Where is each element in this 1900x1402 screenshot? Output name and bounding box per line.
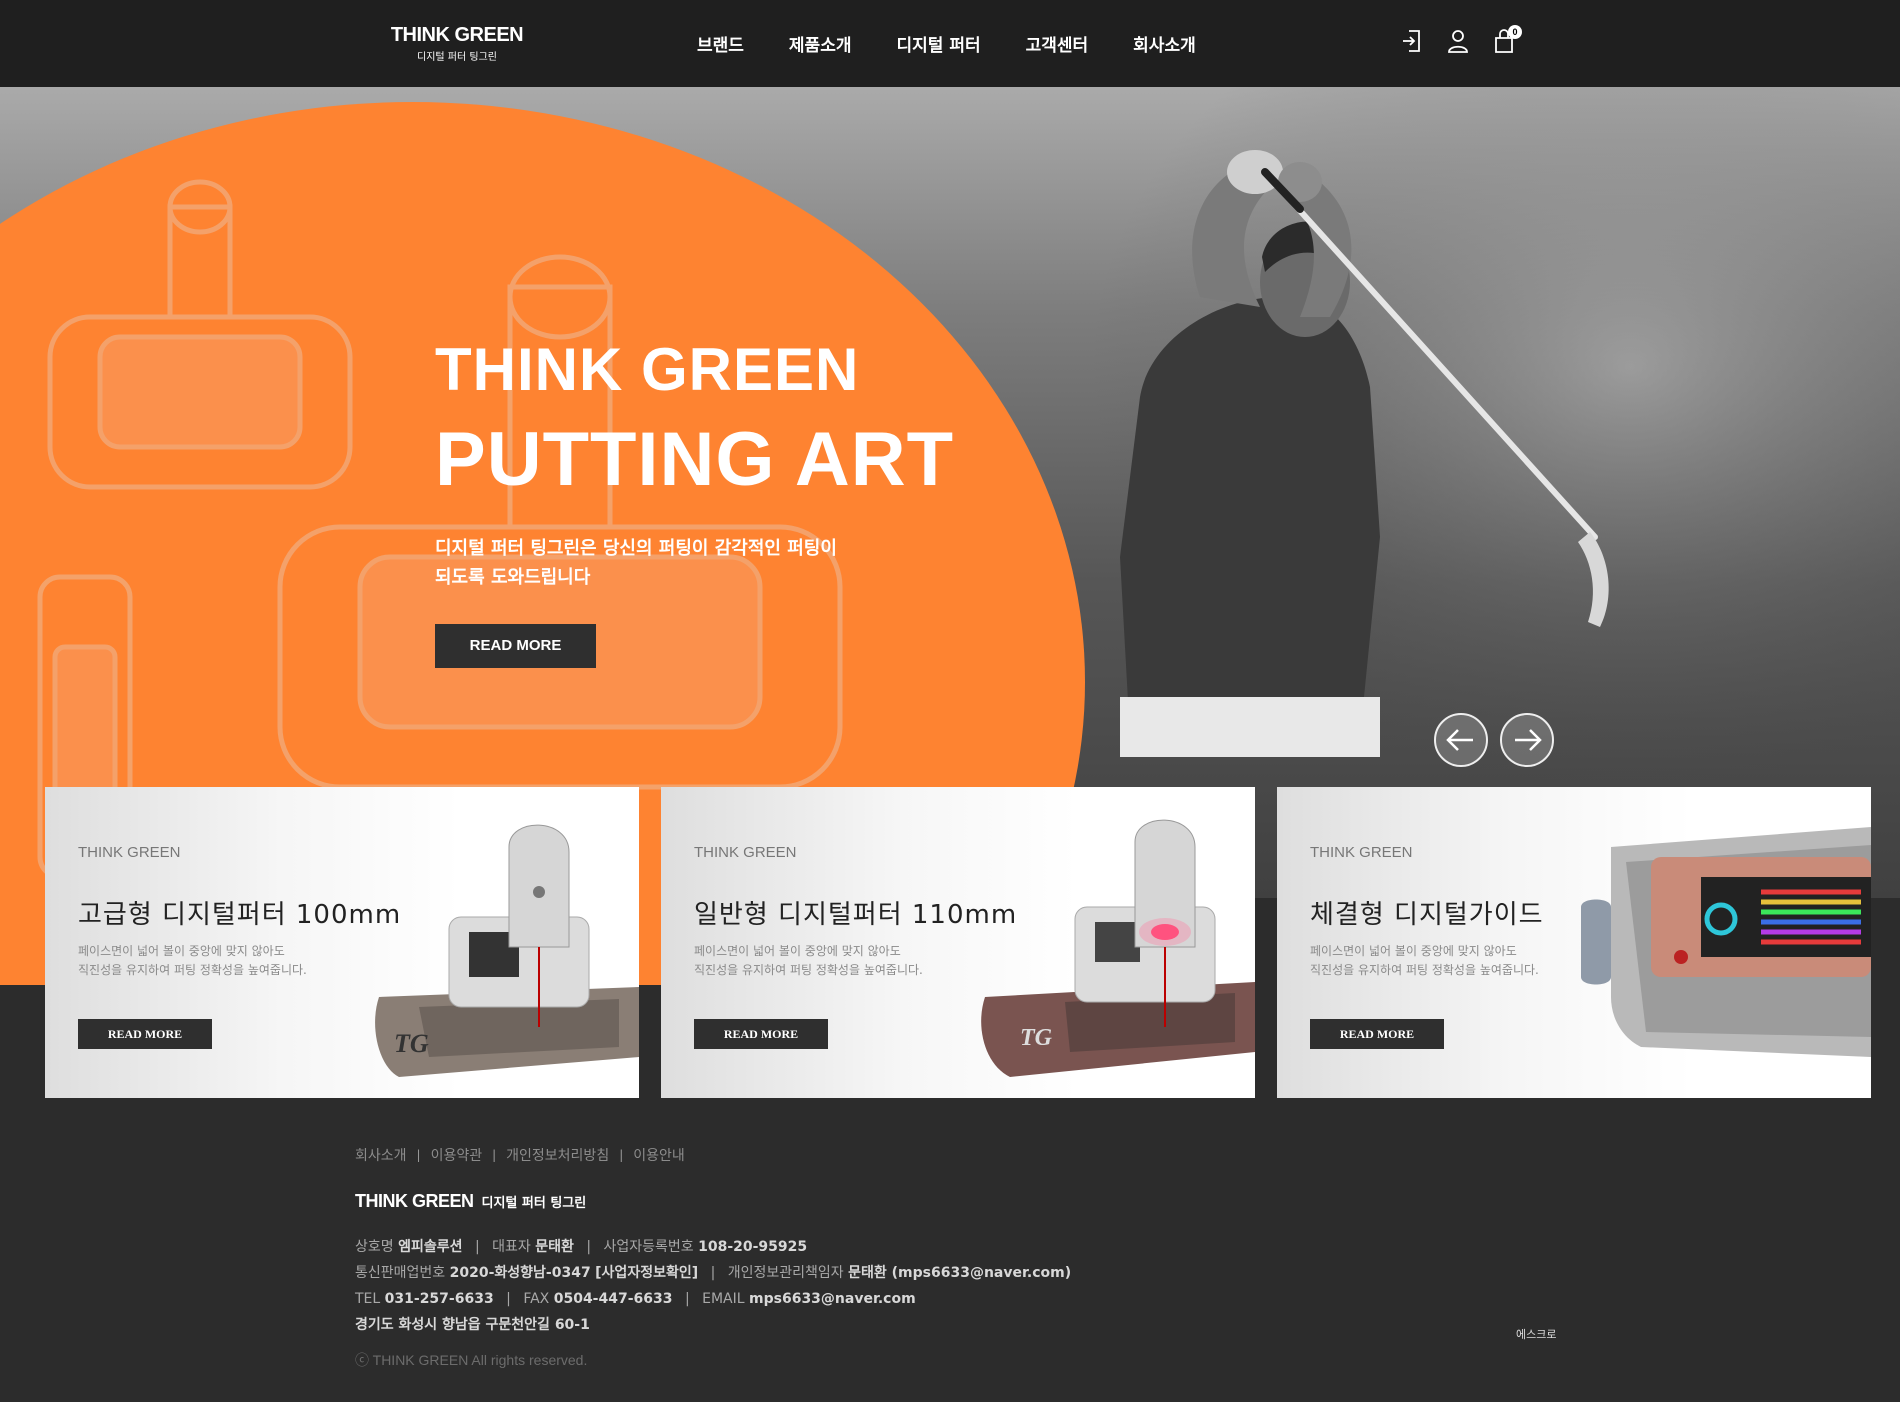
card-description-line: 페이스면이 넓어 볼이 중앙에 맞지 않아도 xyxy=(694,944,901,958)
footer-link-company[interactable]: 회사소개 xyxy=(355,1145,407,1165)
hero-title-primary: THINK GREEN xyxy=(435,336,860,403)
email-label: EMAIL xyxy=(702,1291,745,1307)
cart-count-badge: 0 xyxy=(1508,25,1522,39)
footer-info-line: 상호명 엠피솔루션 | 대표자 문태환 | 사업자등록번호 108-20-959… xyxy=(355,1234,1071,1260)
card-description-line: 직진성을 유지하여 퍼팅 정확성을 높여줍니다. xyxy=(694,963,923,977)
hero-read-more-button[interactable]: READ MORE xyxy=(435,624,596,668)
product-cards: THINK GREEN 고급형 디지털퍼터 100mm 페이스면이 넓어 볼이 … xyxy=(45,787,1871,1098)
putter-100mm-image: TG xyxy=(375,824,639,1077)
site-logo[interactable]: THINK GREEN 디지털 퍼터 팅그린 xyxy=(382,24,532,63)
card-brand: THINK GREEN xyxy=(78,844,181,861)
card-description-line: 직진성을 유지하여 퍼팅 정확성을 높여줍니다. xyxy=(1310,963,1539,977)
footer-logo: THINK GREEN 디지털 퍼터 팅그린 xyxy=(355,1191,1071,1212)
hero-title-secondary: PUTTING ART xyxy=(435,417,955,502)
card-description: 페이스면이 넓어 볼이 중앙에 맞지 않아도 직진성을 유지하여 퍼팅 정확성을… xyxy=(1310,942,1610,980)
product-card[interactable]: THINK GREEN 일반형 디지털퍼터 110mm 페이스면이 넓어 볼이 … xyxy=(661,787,1255,1098)
hero-description-line: 되도록 도와드립니다 xyxy=(435,567,591,588)
card-read-more-button[interactable]: READ MORE xyxy=(1310,1019,1444,1049)
nav-item-products[interactable]: 제품소개 xyxy=(789,31,852,56)
card-description-line: 페이스면이 넓어 볼이 중앙에 맞지 않아도 xyxy=(1310,944,1517,958)
mailorder-value: 2020-화성향남-0347 xyxy=(449,1265,591,1281)
hero-slider-controls xyxy=(1434,713,1554,767)
nav-item-support[interactable]: 고객센터 xyxy=(1026,31,1089,56)
footer-info-line: 통신판매업번호 2020-화성향남-0347 [사업자정보확인] | 개인정보관… xyxy=(355,1260,1071,1286)
fax-label: FAX xyxy=(523,1291,550,1307)
bizinfo-link[interactable]: [사업자정보확인] xyxy=(595,1265,698,1281)
card-read-more-button[interactable]: READ MORE xyxy=(78,1019,212,1049)
email-value: mps6633@naver.com xyxy=(749,1291,916,1307)
card-title: 체결형 디지털가이드 xyxy=(1310,900,1544,930)
privacy-officer-value: 문태환 (mps6633@naver.com) xyxy=(848,1265,1072,1281)
tel-label: TEL xyxy=(355,1291,381,1307)
header-icons: 0 xyxy=(1400,25,1522,54)
svg-text:TG: TG xyxy=(1020,1025,1053,1051)
hero-description: 디지털 퍼터 팅그린은 당신의 퍼팅이 감각적인 퍼팅이 되도록 도와드립니다 xyxy=(435,534,954,592)
footer-link-guide[interactable]: 이용안내 xyxy=(633,1145,685,1165)
site-header: THINK GREEN 디지털 퍼터 팅그린 브랜드 제품소개 디지털 퍼터 고… xyxy=(0,0,1900,87)
footer-logo-subtitle: 디지털 퍼터 팅그린 xyxy=(481,1196,587,1211)
main-nav: 브랜드 제품소개 디지털 퍼터 고객센터 회사소개 xyxy=(697,31,1196,56)
fax-value: 0504-447-6633 xyxy=(553,1291,673,1307)
tel-value: 031-257-6633 xyxy=(384,1291,494,1307)
nav-item-brand[interactable]: 브랜드 xyxy=(697,31,744,56)
hero-text: THINK GREEN PUTTING ART 디지털 퍼터 팅그린은 당신의 … xyxy=(435,340,954,668)
card-brand: THINK GREEN xyxy=(1310,844,1413,861)
svg-text:TG: TG xyxy=(394,1029,429,1058)
footer-logo-brand: THINK GREEN xyxy=(355,1191,474,1211)
address: 경기도 화성시 향남읍 구문천안길 60-1 xyxy=(355,1317,590,1333)
footer-links: 회사소개 | 이용약관 | 개인정보처리방침 | 이용안내 xyxy=(355,1145,1071,1165)
footer-link-terms[interactable]: 이용약관 xyxy=(431,1145,483,1165)
footer-company-info: 상호명 엠피솔루션 | 대표자 문태환 | 사업자등록번호 108-20-959… xyxy=(355,1234,1071,1338)
privacy-officer-label: 개인정보관리책임자 xyxy=(727,1265,844,1281)
footer-link-separator: | xyxy=(492,1148,497,1162)
ceo-name: 문태환 xyxy=(535,1239,574,1255)
footer-link-separator: | xyxy=(619,1148,624,1162)
footer-info-separator: | xyxy=(586,1239,592,1255)
mailorder-label: 통신판매업번호 xyxy=(355,1265,446,1281)
site-footer: 회사소개 | 이용약관 | 개인정보처리방침 | 이용안내 THINK GREE… xyxy=(355,1145,1071,1370)
copyright: ⓒ THINK GREEN All rights reserved. xyxy=(355,1352,588,1368)
company-label: 상호명 xyxy=(355,1239,394,1255)
product-card[interactable]: THINK GREEN 체결형 디지털가이드 페이스면이 넓어 볼이 중앙에 맞… xyxy=(1277,787,1871,1098)
footer-info-line: TEL 031-257-6633 | FAX 0504-447-6633 | E… xyxy=(355,1286,1071,1312)
footer-info-separator: | xyxy=(684,1291,690,1307)
page: THINK GREEN 디지털 퍼터 팅그린 브랜드 제품소개 디지털 퍼터 고… xyxy=(0,0,1900,1402)
card-description: 페이스면이 넓어 볼이 중앙에 맞지 않아도 직진성을 유지하여 퍼팅 정확성을… xyxy=(78,942,378,980)
card-brand: THINK GREEN xyxy=(694,844,797,861)
card-description-line: 페이스면이 넓어 볼이 중앙에 맞지 않아도 xyxy=(78,944,285,958)
logo-subtitle: 디지털 퍼터 팅그린 xyxy=(417,52,497,63)
putter-110mm-image: TG xyxy=(981,819,1255,1077)
hero-description-line: 디지털 퍼터 팅그린은 당신의 퍼팅이 감각적인 퍼팅이 xyxy=(435,538,837,559)
product-card[interactable]: THINK GREEN 고급형 디지털퍼터 100mm 페이스면이 넓어 볼이 … xyxy=(45,787,639,1098)
footer-info-line: 경기도 화성시 향남읍 구문천안길 60-1 xyxy=(355,1312,1071,1338)
card-read-more-button[interactable]: READ MORE xyxy=(694,1019,828,1049)
arrow-left-icon[interactable] xyxy=(1434,713,1488,767)
footer-info-separator: | xyxy=(474,1239,480,1255)
bizno-label: 사업자등록번호 xyxy=(603,1239,694,1255)
footer-link-privacy[interactable]: 개인정보처리방침 xyxy=(506,1145,609,1165)
card-description-line: 직진성을 유지하여 퍼팅 정확성을 높여줍니다. xyxy=(78,963,307,977)
footer-link-separator: | xyxy=(416,1148,421,1162)
cart-icon[interactable]: 0 xyxy=(1492,25,1522,54)
card-description: 페이스면이 넓어 볼이 중앙에 맞지 않아도 직진성을 유지하여 퍼팅 정확성을… xyxy=(694,942,994,980)
digital-guide-image xyxy=(1581,827,1871,1057)
footer-info-separator: | xyxy=(506,1291,511,1307)
nav-item-digital-putter[interactable]: 디지털 퍼터 xyxy=(896,31,980,56)
user-icon[interactable] xyxy=(1446,28,1470,54)
company-name: 엠피솔루션 xyxy=(398,1239,463,1255)
ceo-label: 대표자 xyxy=(492,1239,531,1255)
nav-item-company[interactable]: 회사소개 xyxy=(1133,31,1196,56)
bizno-value: 108-20-95925 xyxy=(698,1239,808,1255)
escrow-link[interactable]: 에스크로 xyxy=(1516,1326,1556,1342)
arrow-right-icon[interactable] xyxy=(1500,713,1554,767)
logo-brand: THINK GREEN xyxy=(390,24,524,46)
footer-info-separator: | xyxy=(710,1265,716,1281)
login-icon[interactable] xyxy=(1400,28,1424,54)
